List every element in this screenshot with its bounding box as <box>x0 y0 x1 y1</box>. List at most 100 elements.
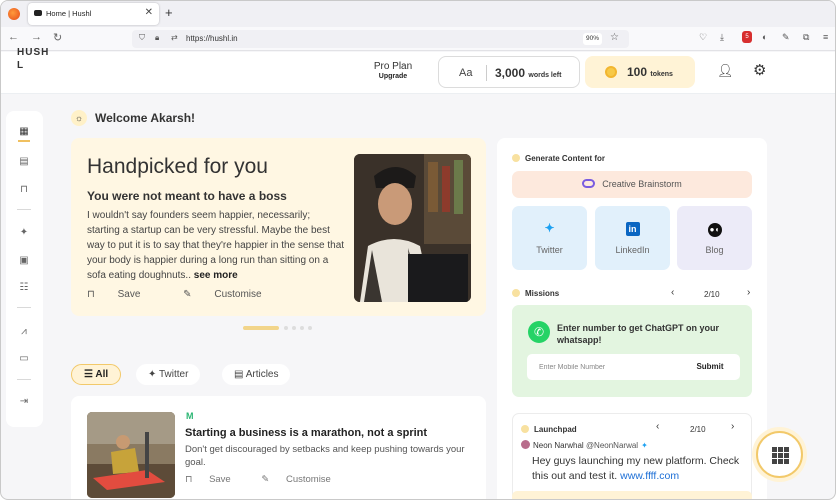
blog-icon: ●◖ <box>677 221 752 237</box>
see-more-link[interactable]: see more <box>194 270 238 281</box>
sidebar-divider <box>17 307 31 308</box>
launchpad-prev-icon[interactable]: ‹ <box>656 421 659 432</box>
favicon-icon <box>34 10 42 16</box>
firefox-icon[interactable] <box>8 8 20 20</box>
article-icon[interactable]: ▣ <box>17 254 31 268</box>
launchpad-next-icon[interactable]: › <box>731 421 734 432</box>
article-save-button[interactable]: ⊓ Save <box>185 474 245 485</box>
article-actions: ⊓ Save ✎ Customise <box>185 474 359 485</box>
customise-button[interactable]: ✎ Customise <box>183 289 281 300</box>
address-bar[interactable]: ⛉ 🔒︎ ⇄ https://hushl.in 90% ☆ <box>132 30 629 48</box>
layout-icon[interactable]: ☷ <box>17 281 31 295</box>
browser-tab[interactable]: Home | Hushl ✕ <box>28 3 159 25</box>
user-list-icon[interactable]: 👤︎ <box>717 63 734 79</box>
analytics-icon[interactable]: ⩘ <box>17 325 31 339</box>
pocket-icon[interactable]: ♡ <box>699 32 707 43</box>
platform-linkedin[interactable]: in LinkedIn <box>595 206 670 270</box>
whatsapp-text: Enter number to get ChatGPT on your what… <box>557 323 720 345</box>
tweet-link[interactable]: www.ffff.com <box>620 470 679 482</box>
filter-all[interactable]: ☰ All <box>71 364 122 385</box>
right-panel: Generate Content for Creative Brainstorm… <box>497 138 767 499</box>
missions-next-icon[interactable]: › <box>747 287 750 298</box>
bookmark-icon: ⊓ <box>87 289 98 300</box>
missions-prev-icon[interactable]: ‹ <box>671 287 674 298</box>
shield-icon[interactable]: ⛉ <box>139 33 145 43</box>
words-count-value: 3,000 <box>495 66 526 80</box>
reload-icon[interactable]: ↻ <box>53 31 62 44</box>
save-button[interactable]: ⊓ Save <box>87 289 160 300</box>
bookmark-icon: ⊓ <box>185 474 196 485</box>
apps-menu-button[interactable] <box>756 431 803 478</box>
handpicked-actions: ⊓ Save ✎ Customise <box>87 289 302 300</box>
document-icon[interactable]: ▤ <box>17 155 31 169</box>
download-icon[interactable]: ⤓ <box>720 32 724 43</box>
filter-articles[interactable]: ▤ Articles <box>222 364 291 385</box>
sidebar-divider <box>17 209 31 210</box>
twitter-icon: ✦ <box>544 221 555 235</box>
sidebar-divider <box>17 379 31 380</box>
pen-icon[interactable]: ✎ <box>782 32 790 43</box>
menu-icon[interactable]: ≡ <box>823 32 828 42</box>
platform-blog-label: Blog <box>705 245 724 255</box>
sidebar: ▦ ▤ ⊓ ✦ ▣ ☷ ⩘ ▭ ⇥ <box>6 111 43 427</box>
carousel-dot[interactable] <box>292 326 296 330</box>
filter-twitter[interactable]: ✦ Twitter <box>136 364 201 385</box>
article-customise-button[interactable]: ✎ Customise <box>261 474 344 485</box>
article-illustration <box>87 412 175 498</box>
carousel-dot[interactable] <box>284 326 288 330</box>
forward-icon[interactable]: → <box>31 31 42 43</box>
upgrade-link[interactable]: Upgrade <box>367 73 419 80</box>
carousel-dot[interactable] <box>308 326 312 330</box>
filter-all-label: All <box>95 369 109 380</box>
back-icon[interactable]: ← <box>8 31 19 43</box>
calendar-icon[interactable]: ▭ <box>17 352 31 366</box>
twitter-icon: ✦ <box>641 441 648 450</box>
customise-label: Customise <box>214 289 262 300</box>
whatsapp-icon: ✆ <box>528 321 550 343</box>
carousel-dot[interactable] <box>300 326 304 330</box>
submit-button[interactable]: Submit <box>688 360 732 374</box>
article-image <box>87 412 175 498</box>
handpicked-body: I wouldn't say founders seem happier, ne… <box>87 208 345 283</box>
article-title[interactable]: Starting a business is a marathon, not a… <box>185 427 427 439</box>
filter-twitter-label: Twitter <box>158 369 189 380</box>
extensions-puzzle-icon[interactable]: ⧉ <box>803 32 809 43</box>
gear-icon[interactable]: ⚙ <box>753 61 766 79</box>
words-label: words left <box>528 72 562 79</box>
permissions-icon[interactable]: ⇄ <box>171 33 178 42</box>
platform-blog[interactable]: ●◖ Blog <box>677 206 752 270</box>
carousel-dot-active[interactable] <box>243 326 279 330</box>
platform-twitter-label: Twitter <box>536 245 563 255</box>
url-text[interactable]: https://hushl.in <box>186 34 238 43</box>
brand-logo[interactable]: HUSH L <box>17 46 48 72</box>
bookmark-star-icon[interactable]: ☆ <box>610 32 619 43</box>
save-label: Save <box>117 289 141 300</box>
zoom-level[interactable]: 90% <box>583 33 603 45</box>
brainstorm-icon <box>582 179 596 188</box>
welcome-heading: Welcome Akarsh! <box>95 111 196 125</box>
browser-window: Home | Hushl ✕ + ← → ↻ ⛉ 🔒︎ ⇄ https://hu… <box>0 0 836 500</box>
new-tab-button[interactable]: + <box>165 5 173 20</box>
tokens-box: 100 tokens <box>585 56 695 88</box>
lock-icon[interactable]: 🔒︎ <box>155 33 159 43</box>
platform-twitter[interactable]: ✦ Twitter <box>512 206 587 270</box>
twitter-icon[interactable]: ✦ <box>17 226 31 240</box>
divider <box>486 65 487 81</box>
article-icon: ▤ <box>234 369 246 380</box>
app-header: HUSH L Pro Plan Upgrade Aa 3,000 words l… <box>1 47 835 94</box>
brainstorm-label: Creative Brainstorm <box>602 179 682 189</box>
calendar-grid-icon[interactable]: ▦ <box>17 125 31 142</box>
article-body: Don't get discouraged by setbacks and ke… <box>185 444 465 468</box>
extension-badge[interactable]: 5 <box>742 31 752 43</box>
generate-label-text: Generate Content for <box>525 154 606 163</box>
close-icon[interactable]: ✕ <box>145 7 153 18</box>
lightbulb-icon: ☼ <box>71 110 87 126</box>
extension-icon[interactable]: ◐ <box>762 32 767 42</box>
article-card[interactable]: M Starting a business is a marathon, not… <box>71 396 486 499</box>
save-label: Save <box>209 474 231 485</box>
creative-brainstorm-button[interactable]: Creative Brainstorm <box>512 171 752 198</box>
bookmark-icon[interactable]: ⊓ <box>17 183 31 197</box>
nav-bar: ← → ↻ ⛉ 🔒︎ ⇄ https://hushl.in 90% ☆ ♡ ⤓ … <box>1 27 835 51</box>
plan-info[interactable]: Pro Plan Upgrade <box>367 61 419 80</box>
logout-icon[interactable]: ⇥ <box>17 395 31 409</box>
